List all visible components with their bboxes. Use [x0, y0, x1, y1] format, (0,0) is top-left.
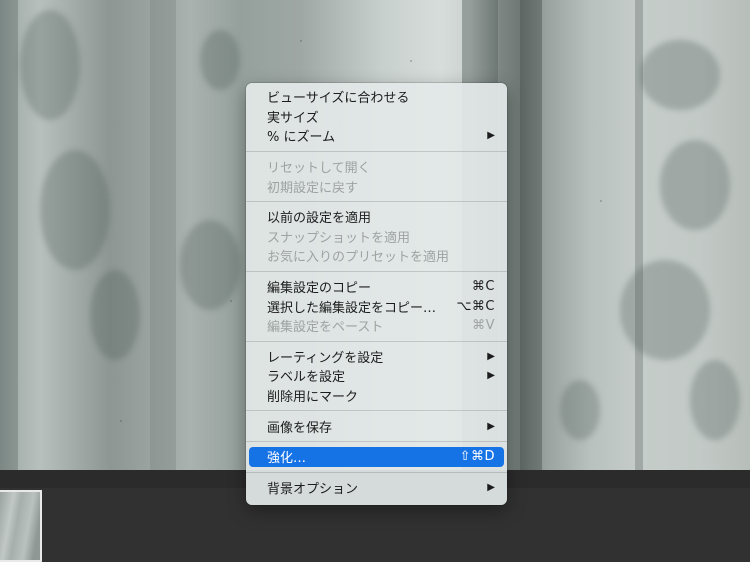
menu-item-label: 選択した編集設定をコピー… [267, 300, 437, 316]
menu-item-set-rating[interactable]: レーティングを設定 ▶ [246, 347, 507, 367]
menu-item-shortcut: ⇧⌘D [459, 449, 495, 465]
menu-item-apply-previous[interactable]: 以前の設定を適用 [246, 207, 507, 227]
menu-separator [246, 440, 507, 442]
menu-item-paste-edits: 編集設定をペースト ⌘V [246, 316, 507, 336]
menu-item-label: 削除用にマーク [267, 390, 359, 406]
filmstrip-thumbnail[interactable] [0, 490, 42, 562]
leaf-shadow [180, 220, 240, 310]
menu-item-label: 以前の設定を適用 [267, 211, 372, 227]
menu-item-mark-for-deletion[interactable]: 削除用にマーク [246, 386, 507, 406]
menu-item-label: % にズーム [267, 130, 336, 146]
leaf-shadow [620, 260, 710, 360]
concrete-speck [600, 200, 602, 202]
menu-item-label: 編集設定のコピー [267, 281, 372, 297]
menu-item-enhance[interactable]: 強化… ⇧⌘D [249, 446, 504, 467]
menu-item-label: 強化… [267, 451, 307, 467]
leaf-shadow [690, 360, 740, 440]
menu-separator [246, 270, 507, 272]
chevron-right-icon: ▶ [487, 420, 495, 432]
chevron-right-icon: ▶ [487, 130, 495, 142]
menu-item-shortcut: ⌘C [471, 279, 495, 295]
menu-item-apply-favorite-preset: お気に入りのプリセットを適用 [246, 246, 507, 266]
menu-item-label: ビューサイズに合わせる [267, 91, 410, 107]
menu-item-label: 画像を保存 [267, 420, 333, 436]
leaf-shadow [20, 10, 80, 120]
menu-item-label: お気に入りのプリセットを適用 [267, 250, 450, 266]
chevron-right-icon: ▶ [487, 481, 495, 493]
leaf-shadow [660, 140, 730, 230]
menu-item-set-label[interactable]: ラベルを設定 ▶ [246, 366, 507, 386]
context-menu: ビューサイズに合わせる 実サイズ % にズーム ▶ リセットして開く 初期設定に… [246, 83, 507, 505]
menu-item-label: リセットして開く [267, 161, 371, 177]
concrete-speck [230, 300, 232, 302]
concrete-speck [300, 40, 302, 42]
menu-separator [246, 410, 507, 412]
menu-separator [246, 200, 507, 202]
menu-item-apply-snapshot: スナップショットを適用 [246, 227, 507, 247]
menu-item-save-image[interactable]: 画像を保存 ▶ [246, 416, 507, 436]
menu-item-label: レーティングを設定 [267, 350, 384, 366]
menu-item-label: 初期設定に戻す [267, 180, 359, 196]
menu-item-copy-selected-edits[interactable]: 選択した編集設定をコピー… ⌥⌘C [246, 296, 507, 316]
menu-item-zoom-percent[interactable]: % にズーム ▶ [246, 126, 507, 146]
menu-item-label: 編集設定をペースト [267, 320, 384, 336]
leaf-shadow [640, 40, 720, 110]
menu-item-shortcut: ⌥⌘C [456, 298, 495, 314]
menu-separator [246, 471, 507, 473]
menu-item-label: ラベルを設定 [267, 370, 346, 386]
pillar-groove [150, 0, 176, 470]
menu-item-fit-view[interactable]: ビューサイズに合わせる [246, 87, 507, 107]
concrete-speck [120, 420, 122, 422]
menu-separator [246, 150, 507, 152]
menu-item-label: 背景オプション [267, 481, 359, 497]
menu-item-shortcut: ⌘V [472, 318, 495, 334]
concrete-speck [410, 60, 412, 62]
leaf-shadow [200, 30, 240, 90]
menu-item-reset-open: リセットして開く [246, 157, 507, 177]
menu-item-background-options[interactable]: 背景オプション ▶ [246, 478, 507, 498]
menu-item-copy-edits[interactable]: 編集設定のコピー ⌘C [246, 277, 507, 297]
menu-item-reset-default: 初期設定に戻す [246, 176, 507, 196]
chevron-right-icon: ▶ [487, 370, 495, 382]
chevron-right-icon: ▶ [487, 350, 495, 362]
menu-item-label: 実サイズ [267, 110, 319, 126]
menu-separator [246, 340, 507, 342]
leaf-shadow [560, 380, 600, 440]
app-window: ビューサイズに合わせる 実サイズ % にズーム ▶ リセットして開く 初期設定に… [0, 0, 750, 562]
window-frame-dark [520, 0, 542, 470]
pillar-edge [0, 0, 18, 470]
menu-item-actual-size[interactable]: 実サイズ [246, 107, 507, 127]
leaf-shadow [40, 150, 110, 270]
menu-item-label: スナップショットを適用 [267, 230, 411, 246]
leaf-shadow [90, 270, 140, 360]
